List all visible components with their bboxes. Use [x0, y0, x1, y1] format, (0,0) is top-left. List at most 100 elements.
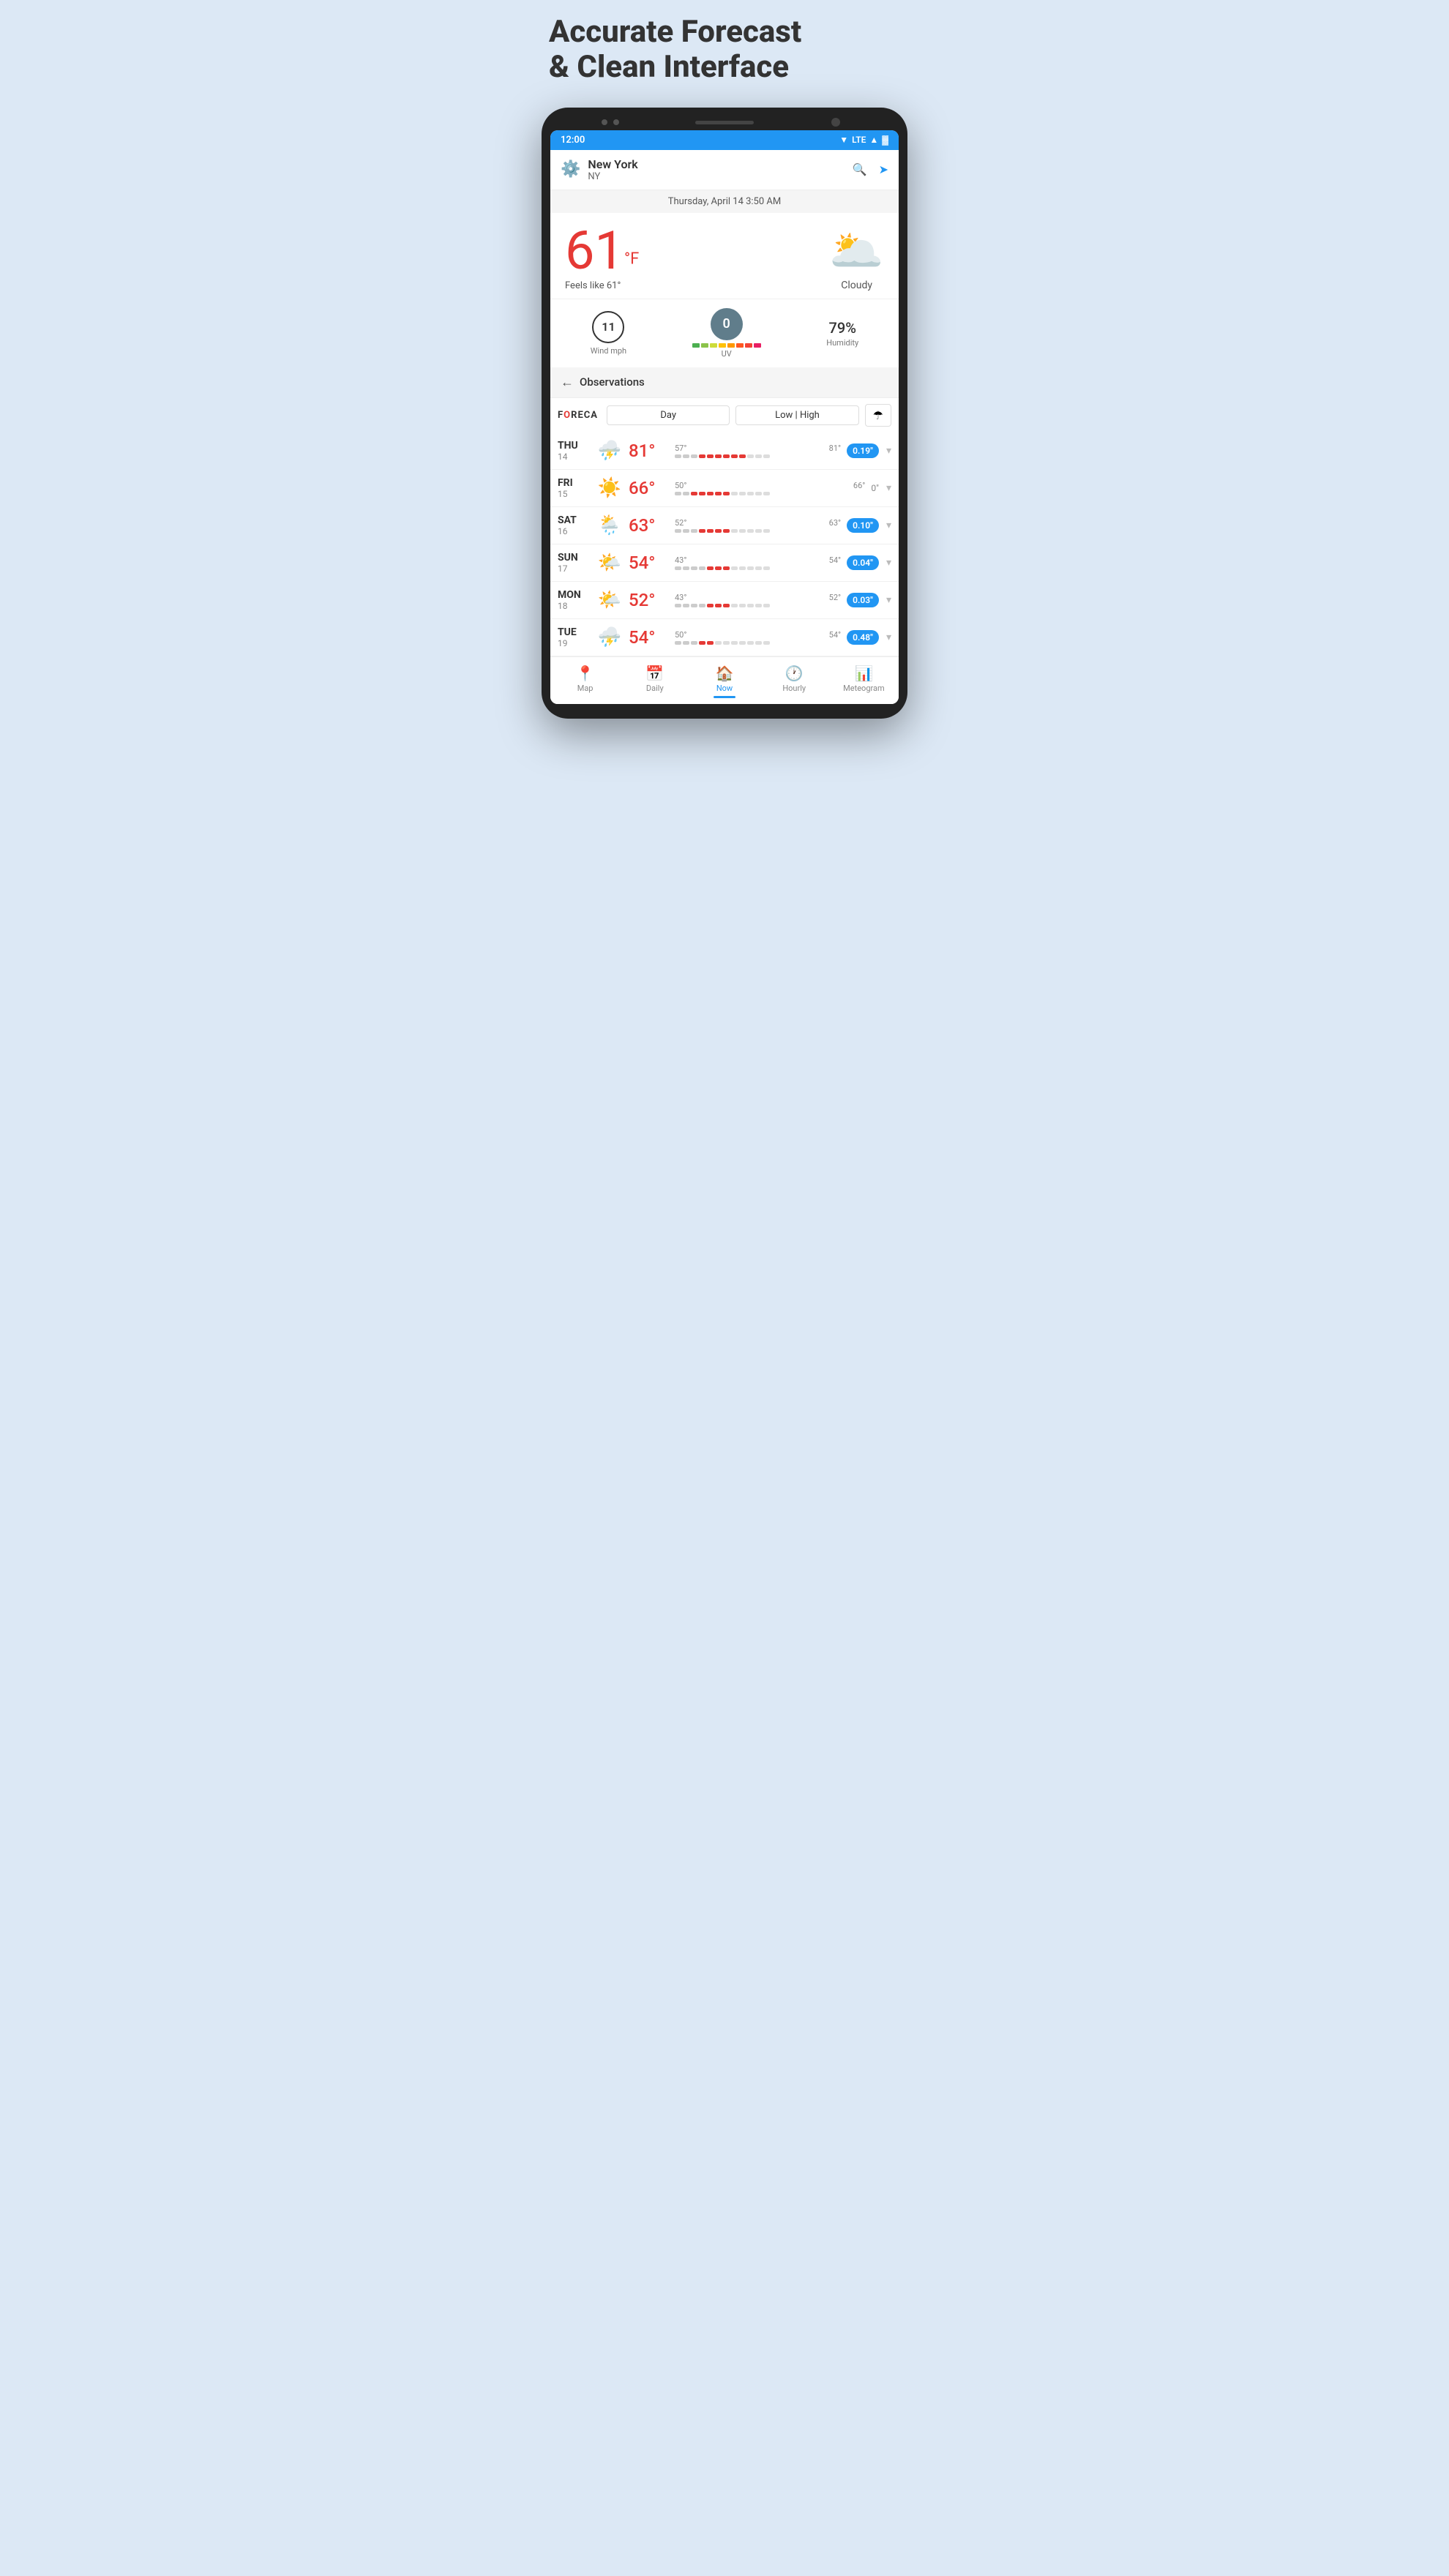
temp-bar-row	[675, 566, 841, 570]
uv-seg-3	[710, 343, 717, 348]
bar-gray-1	[683, 454, 689, 458]
high-val: 66°	[853, 481, 865, 490]
bar-light-1	[723, 641, 730, 645]
umbrella-tab[interactable]: ☂	[865, 404, 891, 427]
forecast-row[interactable]: SUN 17 🌤️ 54° 43° 54° 0.04" ▾	[550, 544, 899, 582]
forecast-temp: 63°	[629, 515, 669, 536]
search-icon[interactable]: 🔍	[853, 162, 867, 176]
uv-seg-1	[692, 343, 700, 348]
uv-seg-2	[701, 343, 708, 348]
bar-gray-0	[675, 641, 681, 645]
low-val: 50°	[675, 481, 686, 490]
temp-bar-row	[675, 454, 841, 458]
bar-light-4	[763, 566, 770, 570]
day-name: FRI	[558, 477, 591, 489]
daily-nav-label: Daily	[620, 684, 689, 693]
uv-seg-4	[719, 343, 726, 348]
bar-light-1	[739, 529, 746, 533]
location-icon[interactable]: ➤	[879, 162, 888, 176]
forecast-temp: 81°	[629, 441, 669, 461]
day-num: 16	[558, 526, 591, 536]
forecast-weather-icon: ⛈️	[596, 626, 623, 648]
settings-icon[interactable]: ⚙️	[561, 160, 580, 179]
temperature-unit: °F	[624, 250, 639, 268]
phone-dot-1	[602, 119, 607, 125]
bar-light-3	[739, 641, 746, 645]
page-headline: Accurate Forecast & Clean Interface	[542, 15, 907, 86]
humidity-label: Humidity	[826, 338, 858, 348]
low-high-col: 43° 54°	[675, 555, 841, 570]
low-high-tab[interactable]: Low | High	[735, 405, 858, 425]
forecast-row[interactable]: TUE 19 ⛈️ 54° 50° 54° 0.48" ▾	[550, 619, 899, 656]
forecast-row[interactable]: THU 14 ⛈️ 81° 57° 81° 0.19" ▾	[550, 433, 899, 470]
nav-item-meteogram[interactable]: 📊 Meteogram	[829, 664, 899, 698]
bar-red-3	[723, 529, 730, 533]
day-column: SAT 16	[558, 514, 591, 536]
bar-gray-1	[683, 529, 689, 533]
chevron-down-icon: ▾	[886, 632, 891, 643]
day-num: 14	[558, 452, 591, 462]
low-high-col: 43° 52°	[675, 593, 841, 607]
nav-item-hourly[interactable]: 🕐 Hourly	[760, 664, 829, 698]
observations-label: Observations	[580, 375, 645, 389]
meteogram-nav-icon: 📊	[829, 664, 899, 682]
forecast-row[interactable]: MON 18 🌤️ 52° 43° 52° 0.03" ▾	[550, 582, 899, 619]
bar-gray-1	[683, 492, 689, 495]
foreca-logo: FORECA	[558, 410, 598, 421]
bar-red-0	[707, 566, 714, 570]
bar-red-5	[739, 454, 746, 458]
hourly-nav-label: Hourly	[760, 684, 829, 693]
stats-row: 11 Wind mph 0	[550, 299, 899, 367]
uv-label: UV	[692, 349, 761, 359]
forecast-row[interactable]: FRI 15 ☀️ 66° 50° 66° 0" ▾	[550, 470, 899, 507]
feels-like: Feels like 61°	[565, 280, 822, 291]
day-tab[interactable]: Day	[607, 405, 730, 425]
header-state: NY	[588, 171, 852, 182]
wind-label: Wind mph	[591, 346, 626, 356]
bar-gray-2	[691, 641, 697, 645]
bar-light-2	[747, 566, 754, 570]
uv-value-circle: 0	[711, 308, 743, 340]
day-num: 17	[558, 564, 591, 574]
bar-light-2	[763, 454, 770, 458]
temperature-section: 61°F Feels like 61°	[565, 225, 822, 291]
bar-gray-0	[675, 529, 681, 533]
bar-red-3	[715, 492, 722, 495]
back-arrow-icon[interactable]: ←	[561, 375, 574, 390]
uv-stat: 0 UV	[692, 308, 761, 359]
map-nav-label: Map	[550, 684, 620, 693]
nav-item-map[interactable]: 📍 Map	[550, 664, 620, 698]
bar-gray-0	[675, 604, 681, 607]
forecast-list: THU 14 ⛈️ 81° 57° 81° 0.19" ▾ FRI 15 ☀️ …	[550, 433, 899, 656]
bar-red-0	[699, 454, 705, 458]
high-val: 63°	[829, 518, 841, 528]
precip-badge: 0.03"	[847, 593, 879, 607]
bar-light-3	[755, 566, 762, 570]
battery-icon: ▓	[882, 135, 888, 145]
chevron-down-icon: ▾	[886, 482, 891, 494]
bar-light-5	[755, 641, 762, 645]
low-high-col: 50° 66°	[675, 481, 865, 495]
nav-item-now[interactable]: 🏠 Now	[689, 664, 759, 698]
precip-badge: 0.04"	[847, 555, 879, 570]
weather-icon-section: 🌥️ Cloudy	[829, 225, 884, 291]
phone-frame: 12:00 ▼ LTE ▲ ▓ ⚙️ New York NY 🔍 ➤	[542, 108, 907, 719]
weather-condition-label: Cloudy	[829, 280, 884, 291]
bar-light-4	[747, 641, 754, 645]
bar-gray-1	[683, 641, 689, 645]
nav-underline	[714, 696, 735, 698]
low-high-labels: 43° 54°	[675, 555, 841, 565]
network-label: LTE	[852, 135, 866, 145]
low-val: 57°	[675, 443, 686, 453]
precip-badge: 0.48"	[847, 630, 879, 645]
bar-light-2	[747, 529, 754, 533]
bar-red-3	[723, 454, 730, 458]
nav-item-daily[interactable]: 📅 Daily	[620, 664, 689, 698]
forecast-row[interactable]: SAT 16 🌦️ 63° 52° 63° 0.10" ▾	[550, 507, 899, 544]
date-row: Thursday, April 14 3:50 AM	[550, 190, 899, 213]
day-name: THU	[558, 440, 591, 452]
observations-row[interactable]: ← Observations	[550, 367, 899, 397]
bar-gray-1	[683, 604, 689, 607]
temp-bar-row	[675, 492, 865, 495]
bar-light-1	[739, 604, 746, 607]
